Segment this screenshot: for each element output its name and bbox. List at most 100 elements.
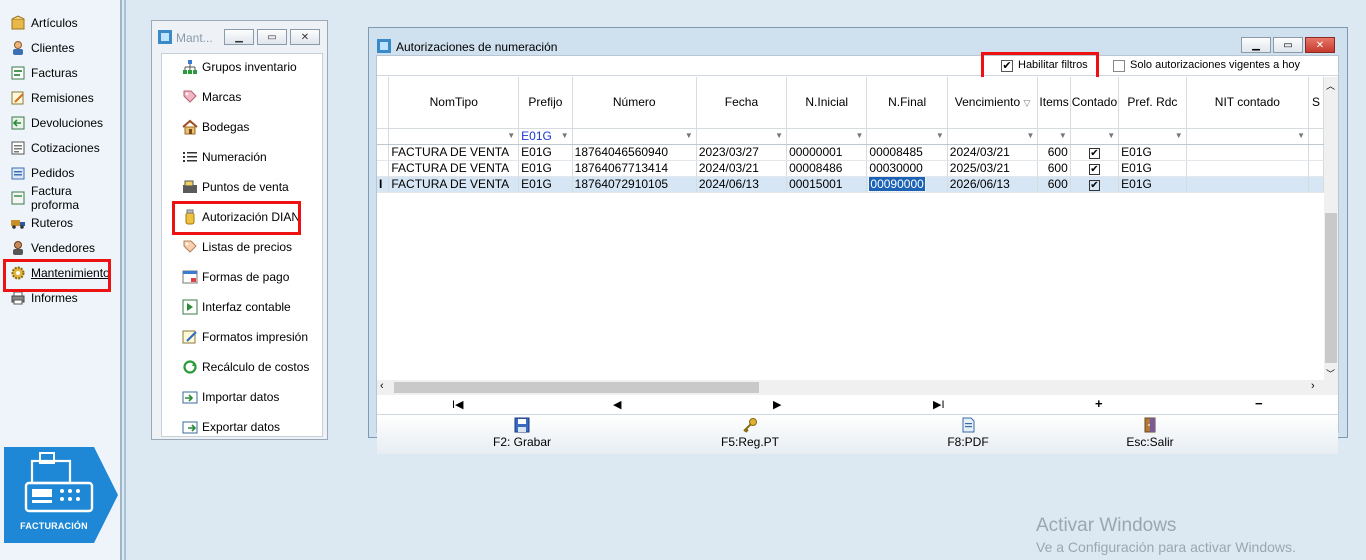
- scroll-thumb[interactable]: [394, 382, 759, 393]
- remove-record-button[interactable]: −: [1255, 396, 1263, 411]
- menu-item-bodegas[interactable]: Bodegas: [182, 116, 249, 138]
- cell-s[interactable]: [1308, 144, 1324, 161]
- menu-item-exportar-datos[interactable]: Exportar datos: [182, 416, 280, 438]
- menu-item-marcas[interactable]: Marcas: [182, 86, 241, 108]
- sidebar-item-ruteros[interactable]: Ruteros: [10, 212, 120, 234]
- col-header-ninicial[interactable]: N.Inicial: [786, 77, 868, 129]
- close-button[interactable]: ✕: [1305, 37, 1335, 53]
- cell-numero[interactable]: 18764046560940: [572, 144, 697, 161]
- filter-cell-prefijo[interactable]: E01G ▼: [518, 128, 573, 145]
- filter-cell-pref-rdc[interactable]: ▼: [1118, 128, 1187, 145]
- col-header-prefijo[interactable]: Prefijo: [518, 77, 573, 129]
- table-row-selected[interactable]: I FACTURA DE VENTA E01G 18764072910105 2…: [377, 176, 1324, 193]
- sidebar-item-facturas[interactable]: Facturas: [10, 62, 120, 84]
- cell-nfinal[interactable]: 00008485: [866, 144, 948, 161]
- menu-item-interfaz-contable[interactable]: Interfaz contable: [182, 296, 291, 318]
- sidebar-item-articulos[interactable]: Artículos: [10, 12, 120, 34]
- cell-nit-contado[interactable]: [1186, 176, 1310, 193]
- row-indicator-edit-icon[interactable]: I: [377, 176, 390, 193]
- cell-numero[interactable]: 18764072910105: [572, 176, 697, 193]
- col-header-nfinal[interactable]: N.Final: [866, 77, 948, 129]
- col-header-s[interactable]: S: [1308, 77, 1324, 129]
- sidebar-item-factura-proforma[interactable]: Factura proforma: [10, 184, 120, 212]
- col-header-pref-rdc[interactable]: Pref. Rdc: [1118, 77, 1187, 129]
- next-record-button[interactable]: ▶: [773, 398, 781, 411]
- filter-cell-nfinal[interactable]: ▼: [866, 128, 948, 145]
- cell-nomtipo[interactable]: FACTURA DE VENTA: [388, 144, 520, 161]
- contado-checkbox[interactable]: ✔: [1088, 148, 1100, 159]
- cell-vencimiento[interactable]: 2024/03/21: [947, 144, 1039, 161]
- sidebar-item-cotizaciones[interactable]: Cotizaciones: [10, 137, 120, 159]
- cell-prefijo[interactable]: E01G: [518, 176, 573, 193]
- filter-cell-nomtipo[interactable]: ▼: [388, 128, 520, 145]
- cell-items[interactable]: 600: [1037, 160, 1071, 177]
- cell-nit-contado[interactable]: [1186, 144, 1310, 161]
- cell-nfinal[interactable]: 00090000: [866, 176, 948, 193]
- cell-items[interactable]: 600: [1037, 144, 1071, 161]
- sidebar-item-devoluciones[interactable]: Devoluciones: [10, 112, 120, 134]
- cell-vencimiento[interactable]: 2025/03/21: [947, 160, 1039, 177]
- maximize-button[interactable]: ▭: [1273, 37, 1303, 53]
- menu-item-grupos-inventario[interactable]: Grupos inventario: [182, 56, 297, 78]
- menu-item-formatos-impresion[interactable]: Formatos impresión: [182, 326, 308, 348]
- minimize-button[interactable]: ▁: [224, 29, 254, 45]
- cell-ninicial[interactable]: 00008486: [786, 160, 868, 177]
- sidebar-item-vendedores[interactable]: Vendedores: [10, 237, 120, 259]
- filter-cell-numero[interactable]: ▼: [572, 128, 697, 145]
- exit-button[interactable]: Esc:Salir: [1090, 417, 1210, 453]
- filter-cell-s[interactable]: [1308, 128, 1324, 145]
- menu-item-recalculo-costos[interactable]: Recálculo de costos: [182, 356, 309, 378]
- add-record-button[interactable]: +: [1095, 396, 1103, 411]
- cell-contado[interactable]: ✔: [1070, 144, 1120, 161]
- col-header-nomtipo[interactable]: NomTipo: [388, 77, 520, 129]
- col-header-contado[interactable]: Contado: [1070, 77, 1120, 129]
- cell-pref-rdc[interactable]: E01G: [1118, 176, 1187, 193]
- filter-cell-vencimiento[interactable]: ▼: [947, 128, 1039, 145]
- filter-cell-contado[interactable]: ▼: [1070, 128, 1120, 145]
- cell-prefijo[interactable]: E01G: [518, 144, 573, 161]
- contado-checkbox[interactable]: ✔: [1088, 180, 1100, 191]
- menu-item-importar-datos[interactable]: Importar datos: [182, 386, 279, 408]
- menu-item-puntos-de-venta[interactable]: Puntos de venta: [182, 176, 289, 198]
- cell-prefijo[interactable]: E01G: [518, 160, 573, 177]
- col-header-fecha[interactable]: Fecha: [696, 77, 788, 129]
- col-header-items[interactable]: Items: [1037, 77, 1071, 129]
- scroll-right-icon[interactable]: ›: [1311, 380, 1315, 392]
- cell-contado[interactable]: ✔: [1070, 160, 1120, 177]
- regpt-button[interactable]: F5:Reg.PT: [690, 417, 810, 453]
- col-header-numero[interactable]: Número: [572, 77, 697, 129]
- cell-ninicial[interactable]: 00000001: [786, 144, 868, 161]
- scroll-up-icon[interactable]: ︿: [1326, 79, 1335, 92]
- scroll-thumb[interactable]: [1325, 213, 1337, 363]
- filter-cell-ninicial[interactable]: ▼: [786, 128, 868, 145]
- last-record-button[interactable]: ▶I: [933, 398, 945, 411]
- vertical-scrollbar[interactable]: ︿ ﹀: [1324, 77, 1338, 380]
- filter-cell-items[interactable]: ▼: [1037, 128, 1071, 145]
- col-header-nit-contado[interactable]: NIT contado: [1186, 77, 1310, 129]
- menu-item-formas-de-pago[interactable]: Formas de pago: [182, 266, 289, 288]
- horizontal-scrollbar[interactable]: ‹ ›: [377, 380, 1338, 395]
- solo-vigentes-checkbox[interactable]: [1113, 60, 1125, 72]
- cell-nomtipo[interactable]: FACTURA DE VENTA: [388, 160, 520, 177]
- table-row[interactable]: FACTURA DE VENTA E01G 18764067713414 202…: [377, 160, 1324, 177]
- cell-fecha[interactable]: 2024/03/21: [696, 160, 788, 177]
- sidebar-item-pedidos[interactable]: Pedidos: [10, 162, 120, 184]
- row-indicator[interactable]: [377, 144, 390, 161]
- filter-cell-nit-contado[interactable]: ▼: [1186, 128, 1310, 145]
- save-button[interactable]: F2: Grabar: [462, 417, 582, 453]
- col-header-vencimiento[interactable]: Vencimiento ▽: [947, 77, 1039, 129]
- prev-record-button[interactable]: ◀: [613, 398, 621, 411]
- contado-checkbox[interactable]: ✔: [1088, 164, 1100, 175]
- pdf-button[interactable]: F8:PDF: [908, 417, 1028, 453]
- cell-s[interactable]: [1308, 176, 1324, 193]
- cell-nfinal[interactable]: 00030000: [866, 160, 948, 177]
- cell-nomtipo[interactable]: FACTURA DE VENTA: [388, 176, 520, 193]
- cell-fecha[interactable]: 2024/06/13: [696, 176, 788, 193]
- sidebar-item-clientes[interactable]: Clientes: [10, 37, 120, 59]
- cell-s[interactable]: [1308, 160, 1324, 177]
- cell-numero[interactable]: 18764067713414: [572, 160, 697, 177]
- cell-items[interactable]: 600: [1037, 176, 1071, 193]
- first-record-button[interactable]: I◀: [452, 398, 464, 411]
- menu-item-numeracion[interactable]: Numeración: [182, 146, 267, 168]
- close-button[interactable]: ✕: [290, 29, 320, 45]
